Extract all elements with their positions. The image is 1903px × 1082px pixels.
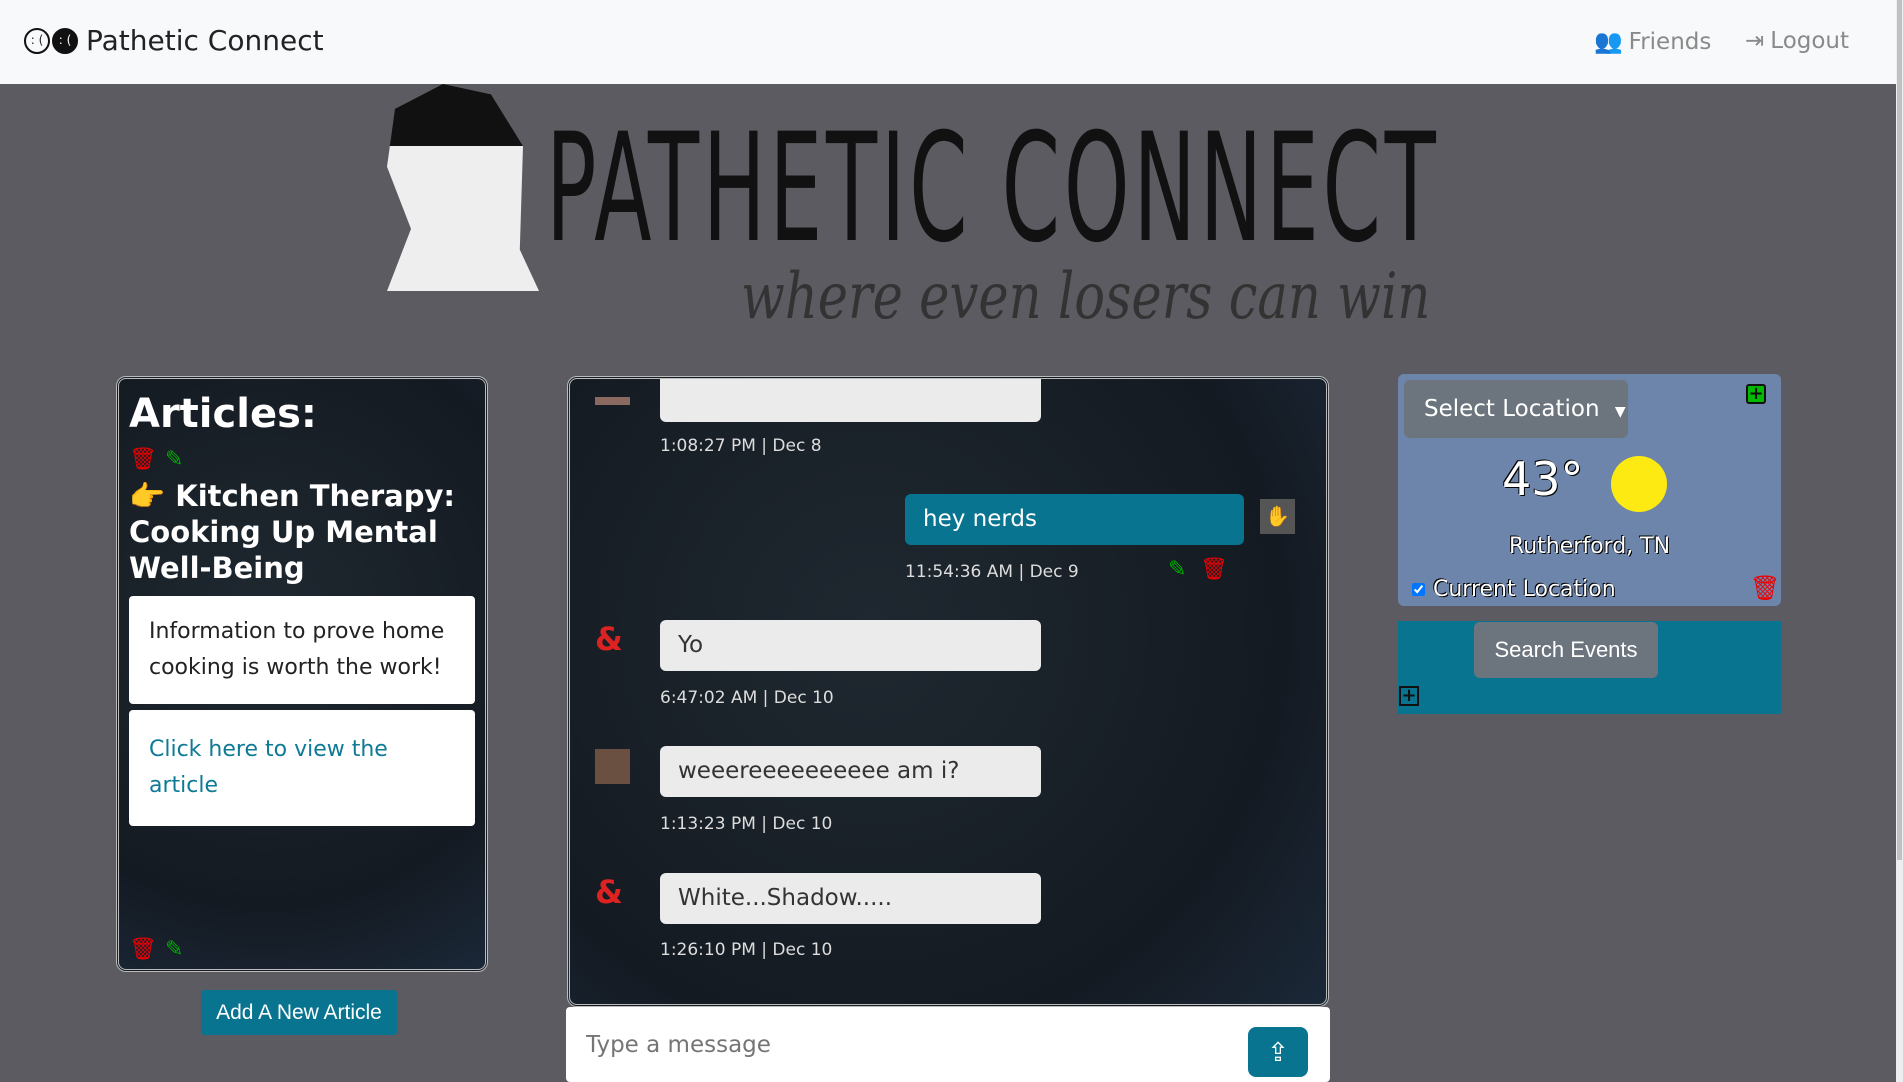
message-bubble <box>660 379 1041 422</box>
message-timestamp: 6:47:02 AM | Dec 10 <box>660 688 834 708</box>
trash-icon[interactable]: 🗑 <box>1750 574 1780 602</box>
message-timestamp: 11:54:36 AM | Dec 9 <box>905 562 1079 582</box>
article-link[interactable]: Click here to view the article <box>129 710 475 826</box>
meme-face-image <box>387 84 539 291</box>
dnd-ampersand-avatar: & <box>595 873 623 911</box>
message-timestamp: 1:26:10 PM | Dec 10 <box>660 940 833 960</box>
banner-tagline: where even losers can win <box>741 260 1431 334</box>
avatar <box>595 397 630 405</box>
weather-widget: Select Location ▼ + 43° Rutherford, TN C… <box>1398 374 1781 606</box>
edit-icon[interactable]: ✎ <box>165 937 183 962</box>
sun-icon <box>1611 456 1667 512</box>
trash-icon[interactable]: 🗑 <box>129 447 157 472</box>
message-timestamp: 1:13:23 PM | Dec 10 <box>660 814 833 834</box>
message-timestamp: 1:08:27 PM | Dec 8 <box>660 436 822 456</box>
message-input[interactable] <box>586 1025 1186 1065</box>
upload-send-button[interactable]: ⇪ <box>1248 1027 1308 1077</box>
scrollbar-thumb[interactable] <box>1897 0 1902 860</box>
add-location-icon[interactable]: + <box>1746 384 1766 404</box>
dnd-ampersand-avatar: & <box>595 620 623 658</box>
expand-plus-icon[interactable]: + <box>1399 686 1419 706</box>
brand-name: Pathetic Connect <box>86 24 324 57</box>
search-events-button[interactable]: Search Events <box>1474 622 1658 678</box>
friends-label: Friends <box>1628 28 1712 55</box>
message-bubble: Yo <box>660 620 1041 671</box>
pointing-hand-icon: 👉 <box>129 479 176 513</box>
edit-icon[interactable]: ✎ <box>1168 557 1186 582</box>
edit-icon[interactable]: ✎ <box>165 447 183 472</box>
logout-link[interactable]: ⇥ Logout <box>1745 28 1849 54</box>
brand-link[interactable]: : (: ( Pathetic Connect <box>24 24 324 57</box>
trash-icon[interactable]: 🗑 <box>1200 557 1228 582</box>
own-message-bubble: hey nerds <box>905 494 1244 545</box>
select-location-label: Select Location <box>1424 396 1600 422</box>
add-article-button[interactable]: Add A New Article <box>201 990 397 1035</box>
avatar <box>595 749 630 784</box>
banner-logo: PATHETIC CONNECT where even losers can w… <box>379 84 1519 344</box>
articles-heading: Articles: <box>129 391 317 437</box>
current-location-label: Current Location <box>1433 577 1616 602</box>
logout-icon: ⇥ <box>1745 28 1765 54</box>
articles-panel[interactable]: Articles: 🗑 ✎ 👉 Kitchen Therapy: Cooking … <box>116 376 488 972</box>
page-scrollbar[interactable] <box>1896 0 1903 1082</box>
events-widget: Search Events + <box>1398 621 1781 714</box>
message-composer: ⇪ <box>566 1007 1330 1082</box>
article-title: 👉 Kitchen Therapy: Cooking Up Mental Wel… <box>129 478 475 586</box>
select-location-dropdown[interactable]: Select Location ▼ <box>1404 380 1628 438</box>
article-description: Information to prove home cooking is wor… <box>129 596 475 704</box>
location-name: Rutherford, TN <box>1508 534 1671 559</box>
temperature: 43° <box>1502 452 1584 506</box>
banner-title: PATHETIC CONNECT <box>546 102 1440 276</box>
chat-panel[interactable]: 1:08:27 PM | Dec 8 hey nerds ✋ 11:54:36 … <box>567 376 1329 1007</box>
current-location-toggle[interactable] <box>1412 583 1425 596</box>
friends-link[interactable]: 👥 Friends <box>1594 28 1712 56</box>
article-title-text: Kitchen Therapy: Cooking Up Mental Well-… <box>129 479 455 585</box>
message-bubble: White...Shadow..... <box>660 873 1041 924</box>
navbar: : (: ( Pathetic Connect 👥 Friends ⇥ Logout <box>0 0 1896 84</box>
sad-face-icon: : (: ( <box>24 27 78 54</box>
caret-down-icon: ▼ <box>1614 404 1626 420</box>
avatar: ✋ <box>1260 499 1295 534</box>
upload-icon: ⇪ <box>1267 1036 1289 1067</box>
logout-label: Logout <box>1770 28 1850 54</box>
current-location-checkbox[interactable]: Current Location <box>1412 577 1616 602</box>
users-icon: 👥 <box>1594 29 1623 55</box>
message-bubble: weeereeeeeeeeee am i? <box>660 746 1041 797</box>
trash-icon[interactable]: 🗑 <box>129 937 157 962</box>
